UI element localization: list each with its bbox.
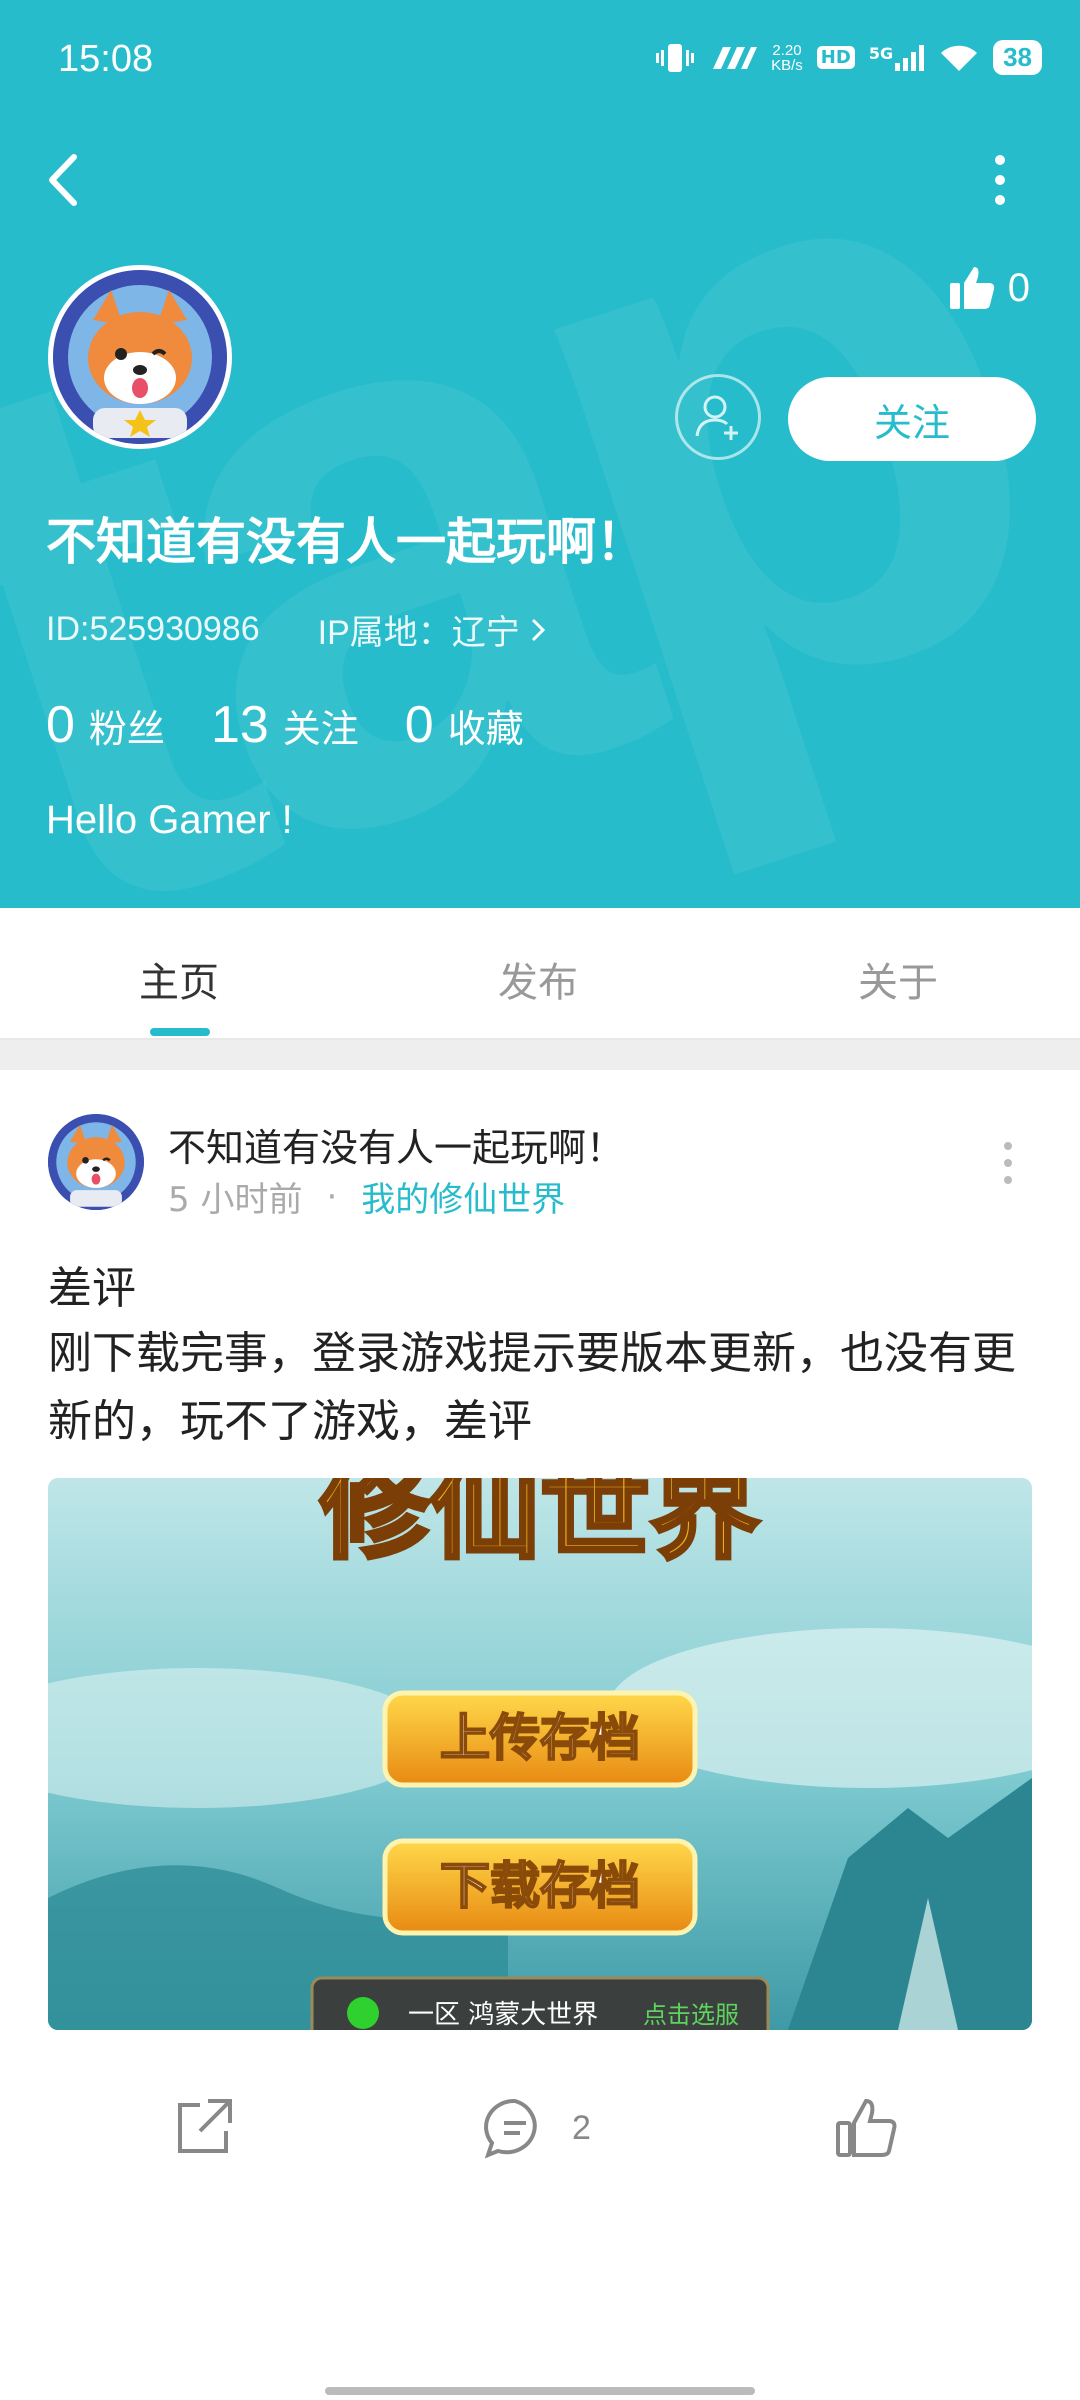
game-title-text: 修仙世界 (320, 1478, 760, 1574)
share-button[interactable] (170, 2095, 236, 2161)
likes-count: 0 (1007, 265, 1030, 310)
vibrate-icon (656, 43, 695, 72)
carrier-icon (713, 46, 758, 69)
home-indicator[interactable] (325, 2387, 755, 2395)
comment-icon (484, 2098, 537, 2159)
signal-type: 5G (868, 44, 894, 63)
server-name-text: 一区 鸿蒙大世界 (408, 2000, 598, 2030)
add-user-icon (695, 395, 738, 440)
following-count[interactable]: 13 (211, 695, 269, 755)
game-screenshot: 修仙世界 上传存档 下载存档 一区 鸿蒙大世界 点击选服 (48, 1478, 1032, 2030)
server-select-text: 点击选服 (643, 2001, 739, 2029)
favorites-label[interactable]: 收藏 (448, 698, 524, 753)
post-author-avatar[interactable] (48, 1114, 144, 1210)
status-bar: 15:08 2.20 KB/s HD 5G 38 (0, 0, 1080, 120)
following-label[interactable]: 关注 (283, 698, 359, 753)
likes-counter[interactable]: 0 (948, 265, 1030, 311)
wifi-icon (941, 45, 978, 71)
shiba-avatar-image (53, 270, 227, 444)
post-time: 5 小时前 (168, 1180, 303, 1220)
profile-bio: Hello Gamer ! (46, 798, 293, 842)
post-author-name[interactable]: 不知道有没有人一起玩啊！ (168, 1117, 624, 1172)
signal-icon: 5G (869, 44, 925, 71)
upload-save-text: 上传存档 (440, 1709, 640, 1767)
tab-about[interactable]: 关于 (858, 950, 938, 1008)
section-divider (0, 1040, 1080, 1070)
thumbs-up-icon (836, 2098, 897, 2157)
post-meta: 5 小时前 · 我的修仙世界 (168, 1172, 565, 1221)
fans-count[interactable]: 0 (46, 695, 75, 755)
battery-indicator: 38 (993, 40, 1042, 75)
fans-label[interactable]: 粉丝 (89, 698, 165, 753)
avatar[interactable] (48, 265, 232, 449)
post-more-icon[interactable] (1000, 1140, 1016, 1186)
meta-dot: · (326, 1176, 338, 1217)
download-save-text: 下载存档 (440, 1857, 640, 1915)
follow-button[interactable]: 关注 (788, 377, 1036, 461)
profile-stats: 0 粉丝 13 关注 0 收藏 (46, 695, 570, 755)
favorites-count[interactable]: 0 (405, 695, 434, 755)
profile-tabs: 主页 发布 关于 (0, 908, 1080, 1040)
chevron-right-icon (531, 618, 545, 641)
post-image[interactable]: 修仙世界 上传存档 下载存档 一区 鸿蒙大世界 点击选服 (48, 1478, 1032, 2030)
profile-id-line: ID:525930986 IP属地：辽宁 (46, 605, 546, 654)
more-options-icon[interactable] (982, 150, 1018, 210)
post-actions: 2 (0, 2095, 1080, 2175)
profile-username: 不知道有没有人一起玩啊！ (46, 513, 646, 571)
tab-posts[interactable]: 发布 (498, 950, 578, 1008)
post-body: 刚下载完事，登录游戏提示要版本更新，也没有更新的，玩不了游戏，差评 (48, 1328, 1016, 1447)
post-title: 差评 (48, 1263, 136, 1314)
like-button[interactable] (834, 2095, 900, 2161)
ip-location[interactable]: IP属地：辽宁 (318, 605, 546, 654)
shiba-avatar-image (48, 1114, 144, 1210)
back-arrow-icon[interactable] (40, 145, 90, 215)
add-friend-button[interactable] (675, 374, 761, 460)
network-speed: 2.20 KB/s (771, 41, 803, 74)
comment-count: 2 (572, 2108, 591, 2147)
tab-indicator (150, 1028, 210, 1036)
user-id: ID:525930986 (46, 610, 260, 648)
share-icon (178, 2099, 232, 2153)
status-time: 15:08 (58, 38, 154, 80)
hd-icon: HD (816, 46, 855, 69)
ip-location-label: IP属地：辽宁 (317, 614, 520, 652)
thumbs-up-icon (949, 267, 994, 309)
post-game-link[interactable]: 我的修仙世界 (361, 1172, 565, 1221)
status-icons: 2.20 KB/s HD 5G 38 (655, 40, 1042, 75)
comment-button[interactable]: 2 (482, 2095, 591, 2161)
tab-home[interactable]: 主页 (139, 950, 219, 1008)
profile-header: tap 15:08 2.20 KB/s HD 5G 38 0 关注 不知道有没有… (0, 0, 1080, 908)
